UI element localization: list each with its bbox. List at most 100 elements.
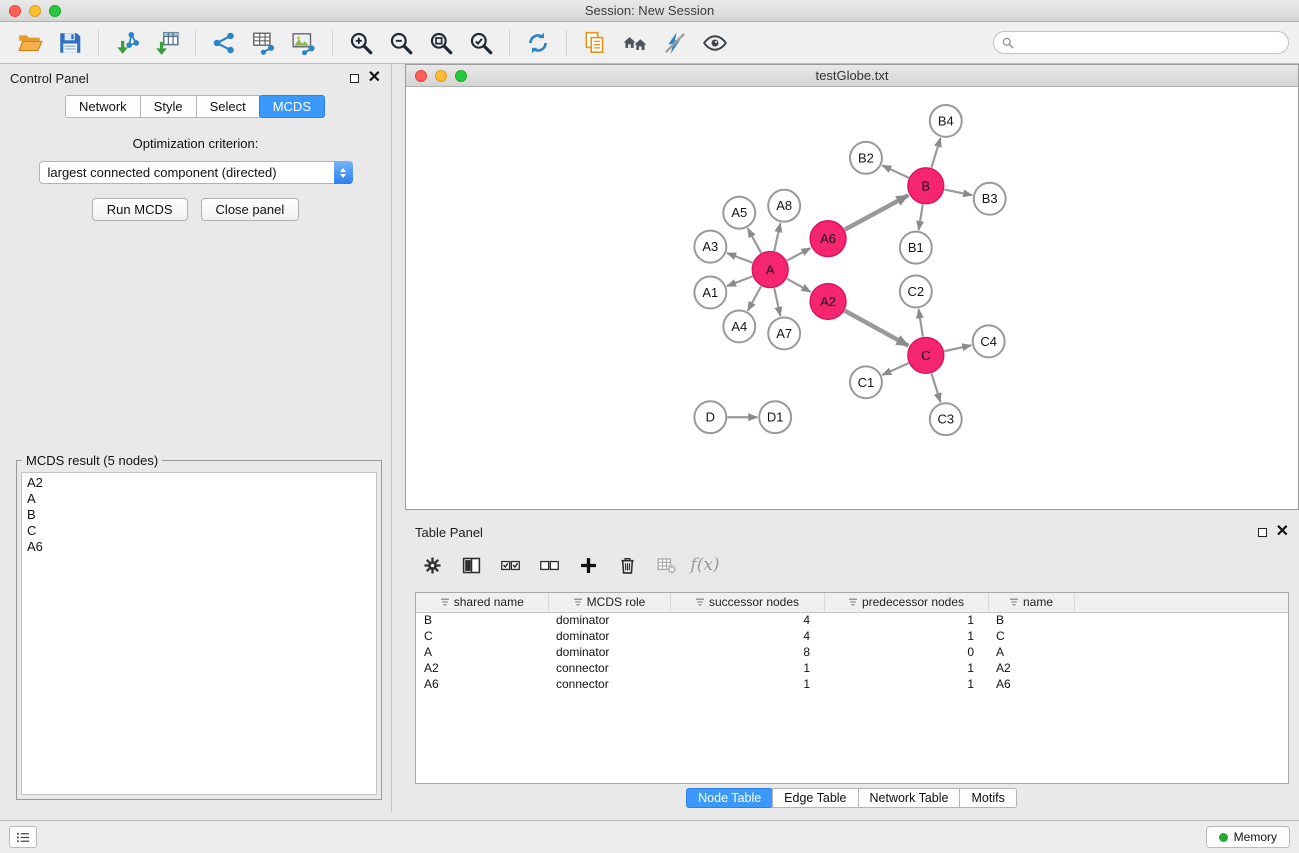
apply-layout-button[interactable] <box>518 26 558 60</box>
mcds-result-item[interactable]: B <box>27 507 371 523</box>
edge-A-A2[interactable] <box>787 279 811 292</box>
open-file-button[interactable] <box>10 26 50 60</box>
show-columns-button[interactable] <box>454 550 488 580</box>
show-graphics-eye-button[interactable] <box>695 26 735 60</box>
edge-A-A4[interactable] <box>748 286 761 310</box>
node-C4[interactable]: C4 <box>973 325 1005 357</box>
table-settings-button[interactable] <box>415 550 449 580</box>
table-row[interactable]: Adominator80A <box>416 644 1288 660</box>
node-A5[interactable]: A5 <box>723 197 755 229</box>
tab-network-table[interactable]: Network Table <box>858 788 961 808</box>
edge-C-C4[interactable] <box>944 345 971 351</box>
save-session-button[interactable] <box>50 26 90 60</box>
copy-document-button[interactable] <box>575 26 615 60</box>
zoom-window-button[interactable] <box>49 5 61 17</box>
optimization-dropdown[interactable]: largest connected component (directed) <box>39 161 353 184</box>
edge-C-C3[interactable] <box>931 373 940 402</box>
function-builder-button[interactable]: f(x) <box>688 550 722 580</box>
node-A1[interactable]: A1 <box>694 277 726 309</box>
reset-view-home-button[interactable] <box>615 26 655 60</box>
node-C1[interactable]: C1 <box>850 366 882 398</box>
node-A[interactable]: A <box>752 252 788 288</box>
zoom-out-button[interactable] <box>381 26 421 60</box>
mcds-result-item[interactable]: C <box>27 523 371 539</box>
edge-A-A5[interactable] <box>748 228 761 252</box>
run-mcds-button[interactable]: Run MCDS <box>92 198 188 221</box>
column-header-shared-name[interactable]: shared name <box>416 593 548 612</box>
close-table-panel-button[interactable]: ✕ <box>1276 526 1289 538</box>
memory-button[interactable]: Memory <box>1206 826 1290 848</box>
node-D1[interactable]: D1 <box>759 401 791 433</box>
node-B4[interactable]: B4 <box>930 105 962 137</box>
edge-A-A1[interactable] <box>727 276 752 286</box>
table-row[interactable]: A2connector11A2 <box>416 660 1288 676</box>
export-image-button[interactable] <box>284 26 324 60</box>
node-table[interactable]: shared nameMCDS rolesuccessor nodesprede… <box>415 592 1289 784</box>
column-header-mcds-role[interactable]: MCDS role <box>548 593 670 612</box>
edge-B-B2[interactable] <box>882 165 908 177</box>
edge-A-A3[interactable] <box>727 253 752 263</box>
node-A4[interactable]: A4 <box>723 310 755 342</box>
node-C2[interactable]: C2 <box>900 276 932 308</box>
edge-B-B3[interactable] <box>944 190 972 196</box>
tab-edge-table[interactable]: Edge Table <box>772 788 858 808</box>
zoom-fit-button[interactable] <box>421 26 461 60</box>
select-all-button[interactable] <box>493 550 527 580</box>
edge-A-A8[interactable] <box>774 223 780 251</box>
edge-C-C2[interactable] <box>919 309 923 336</box>
node-C[interactable]: C <box>908 337 944 373</box>
tab-mcds[interactable]: MCDS <box>259 95 325 118</box>
table-row[interactable]: Cdominator41C <box>416 628 1288 644</box>
node-A2[interactable]: A2 <box>810 284 846 320</box>
edge-A-A7[interactable] <box>774 288 780 316</box>
mcds-result-item[interactable]: A6 <box>27 539 371 555</box>
mcds-result-item[interactable]: A <box>27 491 371 507</box>
unselect-all-button[interactable] <box>532 550 566 580</box>
tab-node-table[interactable]: Node Table <box>686 788 773 808</box>
minimize-window-button[interactable] <box>29 5 41 17</box>
node-A6[interactable]: A6 <box>810 221 846 257</box>
network-close-button[interactable] <box>415 70 427 82</box>
edge-C-C1[interactable] <box>882 363 908 375</box>
mcds-result-item[interactable]: A2 <box>27 475 371 491</box>
table-row[interactable]: A6connector11A6 <box>416 676 1288 692</box>
create-column-button[interactable] <box>571 550 605 580</box>
node-B3[interactable]: B3 <box>974 183 1006 215</box>
node-A7[interactable]: A7 <box>768 317 800 349</box>
edge-A6-B[interactable] <box>845 195 909 229</box>
close-window-button[interactable] <box>9 5 21 17</box>
search-input[interactable] <box>1019 36 1280 50</box>
node-A8[interactable]: A8 <box>768 190 800 222</box>
mcds-result-list[interactable]: A2ABCA6 <box>21 472 377 795</box>
node-A3[interactable]: A3 <box>694 231 726 263</box>
export-table-button[interactable] <box>244 26 284 60</box>
column-header-predecessor-nodes[interactable]: predecessor nodes <box>824 593 988 612</box>
edge-B-B4[interactable] <box>931 138 940 168</box>
edge-A2-C[interactable] <box>845 311 909 346</box>
node-B1[interactable]: B1 <box>900 232 932 264</box>
close-control-panel-button[interactable]: ✕ <box>368 72 381 84</box>
node-B2[interactable]: B2 <box>850 142 882 174</box>
network-zoom-button[interactable] <box>455 70 467 82</box>
tab-style[interactable]: Style <box>140 95 197 118</box>
import-table-from-file-button[interactable] <box>147 26 187 60</box>
export-network-button[interactable] <box>204 26 244 60</box>
table-row[interactable]: Bdominator41B <box>416 612 1288 628</box>
import-network-from-file-button[interactable] <box>107 26 147 60</box>
zoom-selected-button[interactable] <box>461 26 501 60</box>
edge-A-A6[interactable] <box>787 248 811 261</box>
delete-rows-button[interactable] <box>610 550 644 580</box>
node-C3[interactable]: C3 <box>930 403 962 435</box>
column-header-name[interactable]: name <box>988 593 1074 612</box>
float-table-panel-button[interactable] <box>1258 528 1267 537</box>
edge-B-B1[interactable] <box>919 204 923 229</box>
tab-network[interactable]: Network <box>65 95 141 118</box>
node-D[interactable]: D <box>694 401 726 433</box>
node-B[interactable]: B <box>908 168 944 204</box>
show-task-history-button[interactable] <box>9 826 37 848</box>
column-header-successor-nodes[interactable]: successor nodes <box>670 593 824 612</box>
network-canvas[interactable]: B4 B2 B B3 A5 A8 A6 B1 A3 A A1 C2 A2 A4 A7 C4 C C1 C3 D D1 <box>406 87 1298 509</box>
zoom-in-button[interactable] <box>341 26 381 60</box>
network-minimize-button[interactable] <box>435 70 447 82</box>
graphics-details-button[interactable] <box>655 26 695 60</box>
